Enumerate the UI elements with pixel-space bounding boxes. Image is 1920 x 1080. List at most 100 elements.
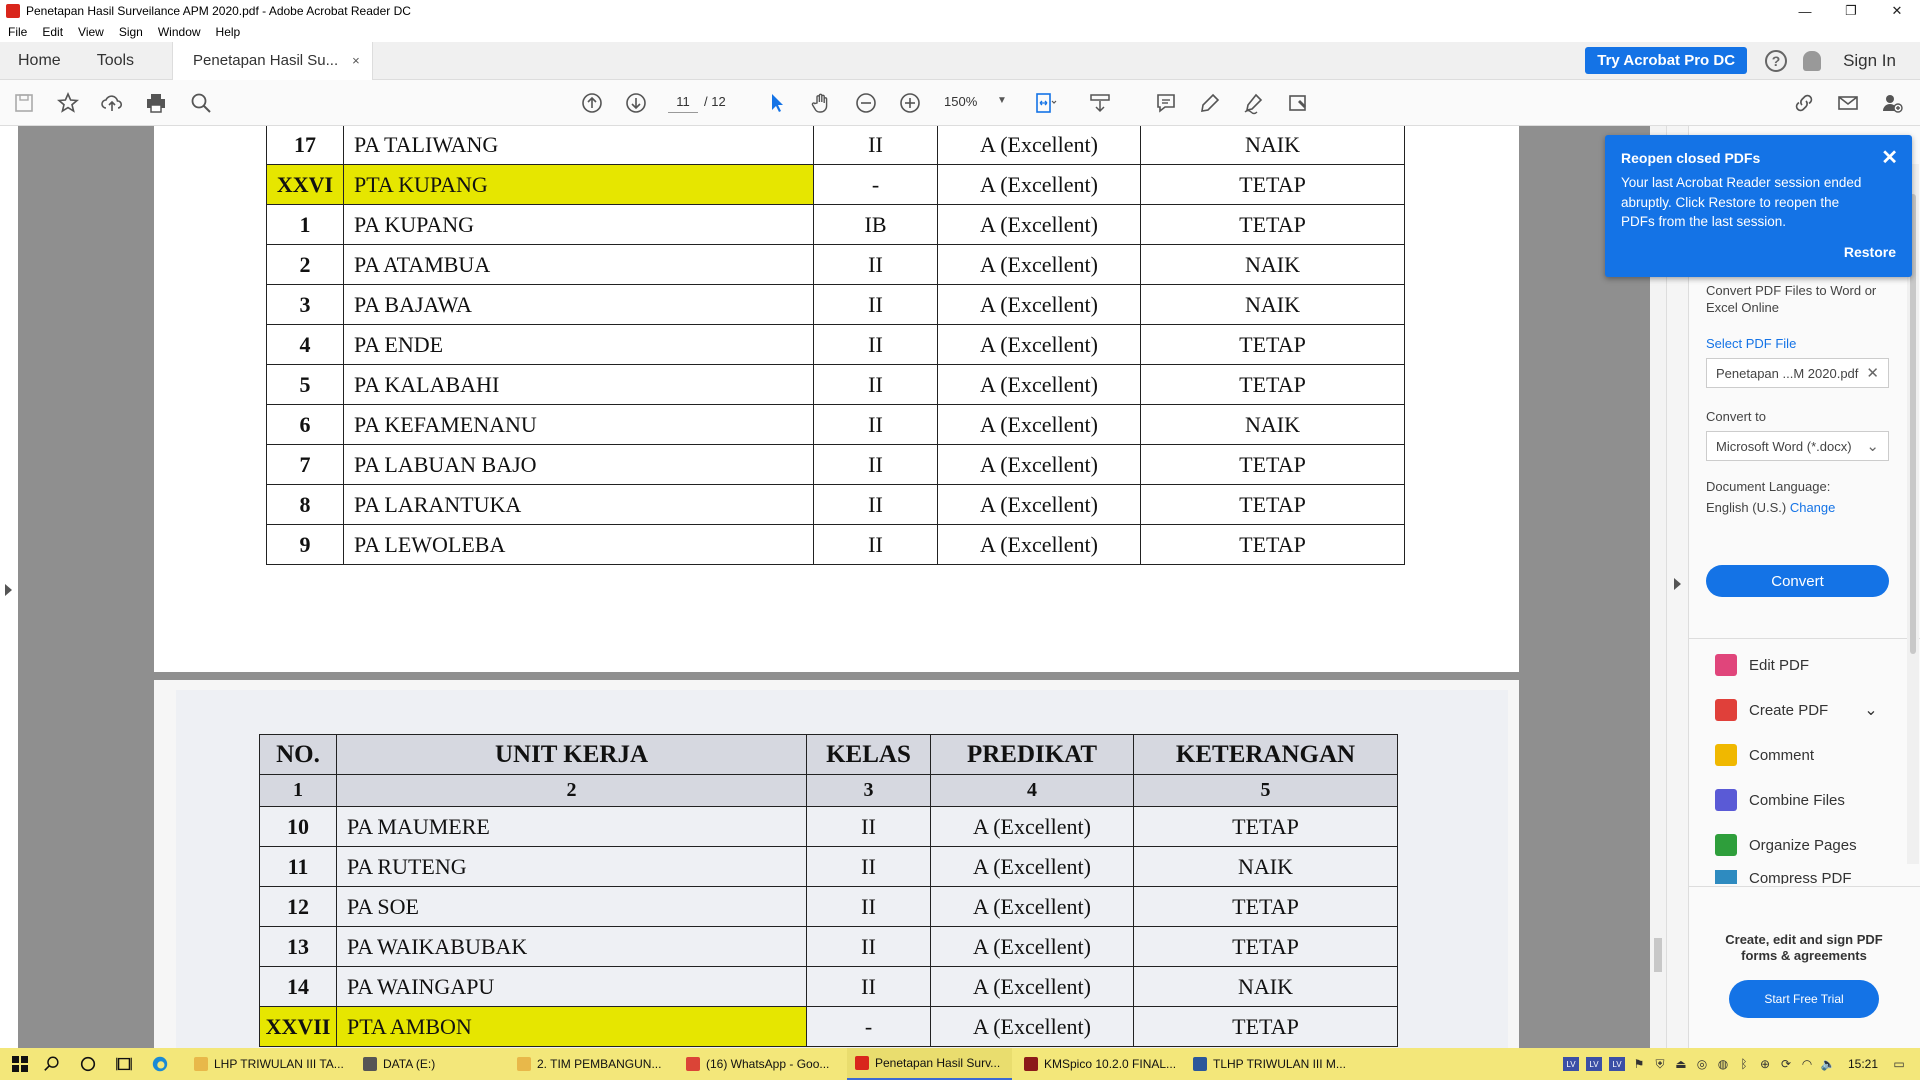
previous-page-icon[interactable] (580, 91, 604, 115)
create-pdf-expand-icon[interactable]: ⌄ (1864, 700, 1877, 720)
document-canvas[interactable]: 17 PA TALIWANG II A (Excellent) NAIK XXVI PTA … (0, 126, 1688, 1048)
edge-browser-icon[interactable] (150, 1054, 170, 1074)
tray-usb-icon[interactable]: ⏏ (1674, 1057, 1688, 1071)
tray-flag-icon[interactable]: ⚑ (1632, 1057, 1646, 1071)
redact-tool-icon[interactable] (1286, 91, 1310, 115)
hand-pan-icon[interactable] (809, 91, 833, 115)
cell-no: 12 (259, 886, 337, 927)
comment-icon[interactable] (1154, 91, 1178, 115)
zoom-in-icon[interactable] (898, 91, 922, 115)
cortana-icon[interactable] (78, 1054, 98, 1074)
cell-keterangan: TETAP (1140, 204, 1405, 245)
table-row: 3 PA BAJAWA II A (Excellent) NAIK (266, 284, 1405, 325)
menu-sign[interactable]: Sign (119, 25, 143, 39)
change-language-link[interactable]: Change (1790, 500, 1836, 515)
left-pane-toggle[interactable] (0, 126, 18, 1048)
email-icon[interactable] (1836, 91, 1860, 115)
task-view-icon[interactable] (114, 1054, 134, 1074)
tray-globe-icon[interactable]: ◍ (1716, 1057, 1730, 1071)
taskbar-app-button[interactable]: Penetapan Hasil Surv... (847, 1048, 1012, 1080)
tray-app-icon[interactable]: LV (1585, 1057, 1602, 1071)
zoom-level-select[interactable]: 150% (944, 94, 977, 109)
cell-keterangan: TETAP (1133, 926, 1398, 967)
convert-to-select[interactable]: Microsoft Word (*.docx) ⌄ (1706, 431, 1889, 461)
system-tray: LV LV LV ⚑ ⛨ ⏏ ◎ ◍ ᛒ ⊕ ⟳ ◠ 🔈 15:21 ▭ (1562, 1057, 1920, 1071)
tray-app-icon[interactable]: LV (1562, 1057, 1579, 1071)
upload-cloud-icon[interactable] (100, 91, 124, 115)
tray-bluetooth-icon[interactable]: ᛒ (1737, 1057, 1751, 1071)
menu-edit[interactable]: Edit (42, 25, 63, 39)
cell-no: 1 (266, 204, 344, 245)
taskbar-app-button[interactable]: (16) WhatsApp - Goo... (678, 1048, 843, 1080)
minimize-button[interactable]: — (1782, 0, 1828, 22)
start-free-trial-button[interactable]: Start Free Trial (1729, 980, 1879, 1018)
close-notification-icon[interactable]: ✕ (1881, 145, 1898, 170)
cell-kelas: II (806, 846, 931, 887)
tool-create-pdf[interactable]: Create PDF ⌄ (1715, 698, 1878, 722)
clear-file-icon[interactable]: ✕ (1866, 364, 1879, 382)
close-tab-icon[interactable]: × (352, 53, 360, 68)
taskbar-app-button[interactable]: LHP TRIWULAN III TA... (186, 1048, 351, 1080)
taskbar-app-button[interactable]: KMSpico 10.2.0 FINAL... (1016, 1048, 1181, 1080)
document-scrollbar-thumb[interactable] (1654, 938, 1662, 972)
page-number-input[interactable]: 11 (668, 91, 698, 113)
cell-unit-kerja: PA LABUAN BAJO (343, 444, 814, 485)
tab-tools[interactable]: Tools (79, 42, 152, 80)
zoom-out-icon[interactable] (854, 91, 878, 115)
sign-fill-icon[interactable] (1242, 91, 1266, 115)
bookmark-star-icon[interactable] (56, 91, 80, 115)
selected-file-field[interactable]: Penetapan ...M 2020.pdf ✕ (1706, 358, 1889, 388)
highlight-pen-icon[interactable] (1198, 91, 1222, 115)
tray-security-icon[interactable]: ⊕ (1758, 1057, 1772, 1071)
cell-predikat: A (Excellent) (937, 244, 1141, 285)
fit-page-icon[interactable] (1033, 91, 1057, 115)
close-window-button[interactable]: ✕ (1874, 0, 1920, 22)
cell-unit-kerja: PA LEWOLEBA (343, 524, 814, 565)
tool-compress-pdf[interactable]: Compress PDF (1715, 870, 1852, 884)
add-user-share-icon[interactable] (1880, 91, 1904, 115)
tray-volume-icon[interactable]: 🔈 (1821, 1057, 1836, 1071)
tab-document[interactable]: Penetapan Hasil Su... × (172, 41, 373, 80)
tool-organize-pages[interactable]: Organize Pages (1715, 833, 1857, 857)
comment-tool-icon (1715, 744, 1737, 766)
share-link-icon[interactable] (1792, 91, 1816, 115)
scrolling-mode-icon[interactable] (1088, 91, 1112, 115)
tool-combine-files[interactable]: Combine Files (1715, 788, 1845, 812)
search-icon[interactable] (42, 1054, 62, 1074)
try-acrobat-pro-button[interactable]: Try Acrobat Pro DC (1585, 47, 1748, 74)
convert-button[interactable]: Convert (1706, 565, 1889, 597)
restore-button[interactable]: Restore (1844, 244, 1896, 260)
taskbar-app-button[interactable]: 2. TIM PEMBANGUN... (509, 1048, 674, 1080)
help-icon[interactable]: ? (1765, 49, 1788, 72)
save-icon[interactable] (12, 91, 36, 115)
notifications-icon[interactable]: ▭ (1892, 1057, 1906, 1071)
taskbar-app-button[interactable]: DATA (E:) (355, 1048, 505, 1080)
tool-comment[interactable]: Comment (1715, 743, 1814, 767)
select-pdf-file-link[interactable]: Select PDF File (1706, 335, 1796, 352)
tray-app-icon[interactable]: LV (1608, 1057, 1625, 1071)
menu-help[interactable]: Help (216, 25, 241, 39)
maximize-button[interactable]: ❐ (1828, 0, 1874, 22)
next-page-icon[interactable] (624, 91, 648, 115)
print-icon[interactable] (144, 91, 168, 115)
cell-kelas: II (813, 364, 938, 405)
table-row: 17 PA TALIWANG II A (Excellent) NAIK (266, 126, 1405, 165)
menu-file[interactable]: File (8, 25, 27, 39)
find-search-icon[interactable] (189, 91, 213, 115)
clock[interactable]: 15:21 (1848, 1057, 1878, 1071)
menu-view[interactable]: View (78, 25, 104, 39)
tray-sync-icon[interactable]: ⟳ (1779, 1057, 1793, 1071)
zoom-caret-icon[interactable]: ▼ (997, 95, 1007, 106)
tray-wifi-icon[interactable]: ◠ (1800, 1057, 1814, 1071)
tray-shield-icon[interactable]: ⛨ (1653, 1057, 1667, 1071)
sign-in-link[interactable]: Sign In (1843, 51, 1896, 71)
notification-bell-icon[interactable] (1803, 50, 1822, 71)
menu-window[interactable]: Window (158, 25, 201, 39)
cell-no: 5 (266, 364, 344, 405)
windows-start-icon[interactable] (12, 1056, 28, 1072)
tab-home[interactable]: Home (0, 42, 79, 80)
tool-edit-pdf[interactable]: Edit PDF (1715, 653, 1809, 677)
select-cursor-icon[interactable] (765, 91, 789, 115)
taskbar-app-button[interactable]: TLHP TRIWULAN III M... (1185, 1048, 1350, 1080)
tray-network-icon[interactable]: ◎ (1695, 1057, 1709, 1071)
